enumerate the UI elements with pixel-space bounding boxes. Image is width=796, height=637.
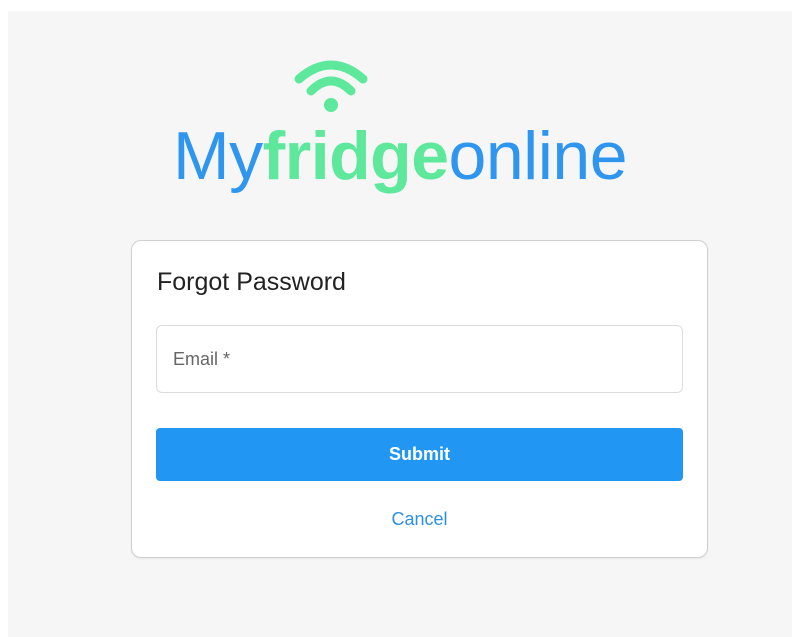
email-field[interactable] [156,325,683,393]
brand-name: Myfridgeonline [8,114,792,198]
page-background: Myfridgeonline Forgot Password Submit Ca… [8,11,792,637]
brand-name-my: My [172,118,263,194]
cancel-link[interactable]: Cancel [132,507,707,531]
brand-name-online: online [448,118,628,194]
forgot-password-card: Forgot Password Submit Cancel [131,240,708,558]
wifi-icon [294,60,368,112]
email-input[interactable] [157,326,682,392]
submit-button[interactable]: Submit [156,428,683,481]
card-title: Forgot Password [157,268,346,296]
brand-name-fridge: fridge [262,118,449,194]
brand-logo: Myfridgeonline [8,11,792,221]
